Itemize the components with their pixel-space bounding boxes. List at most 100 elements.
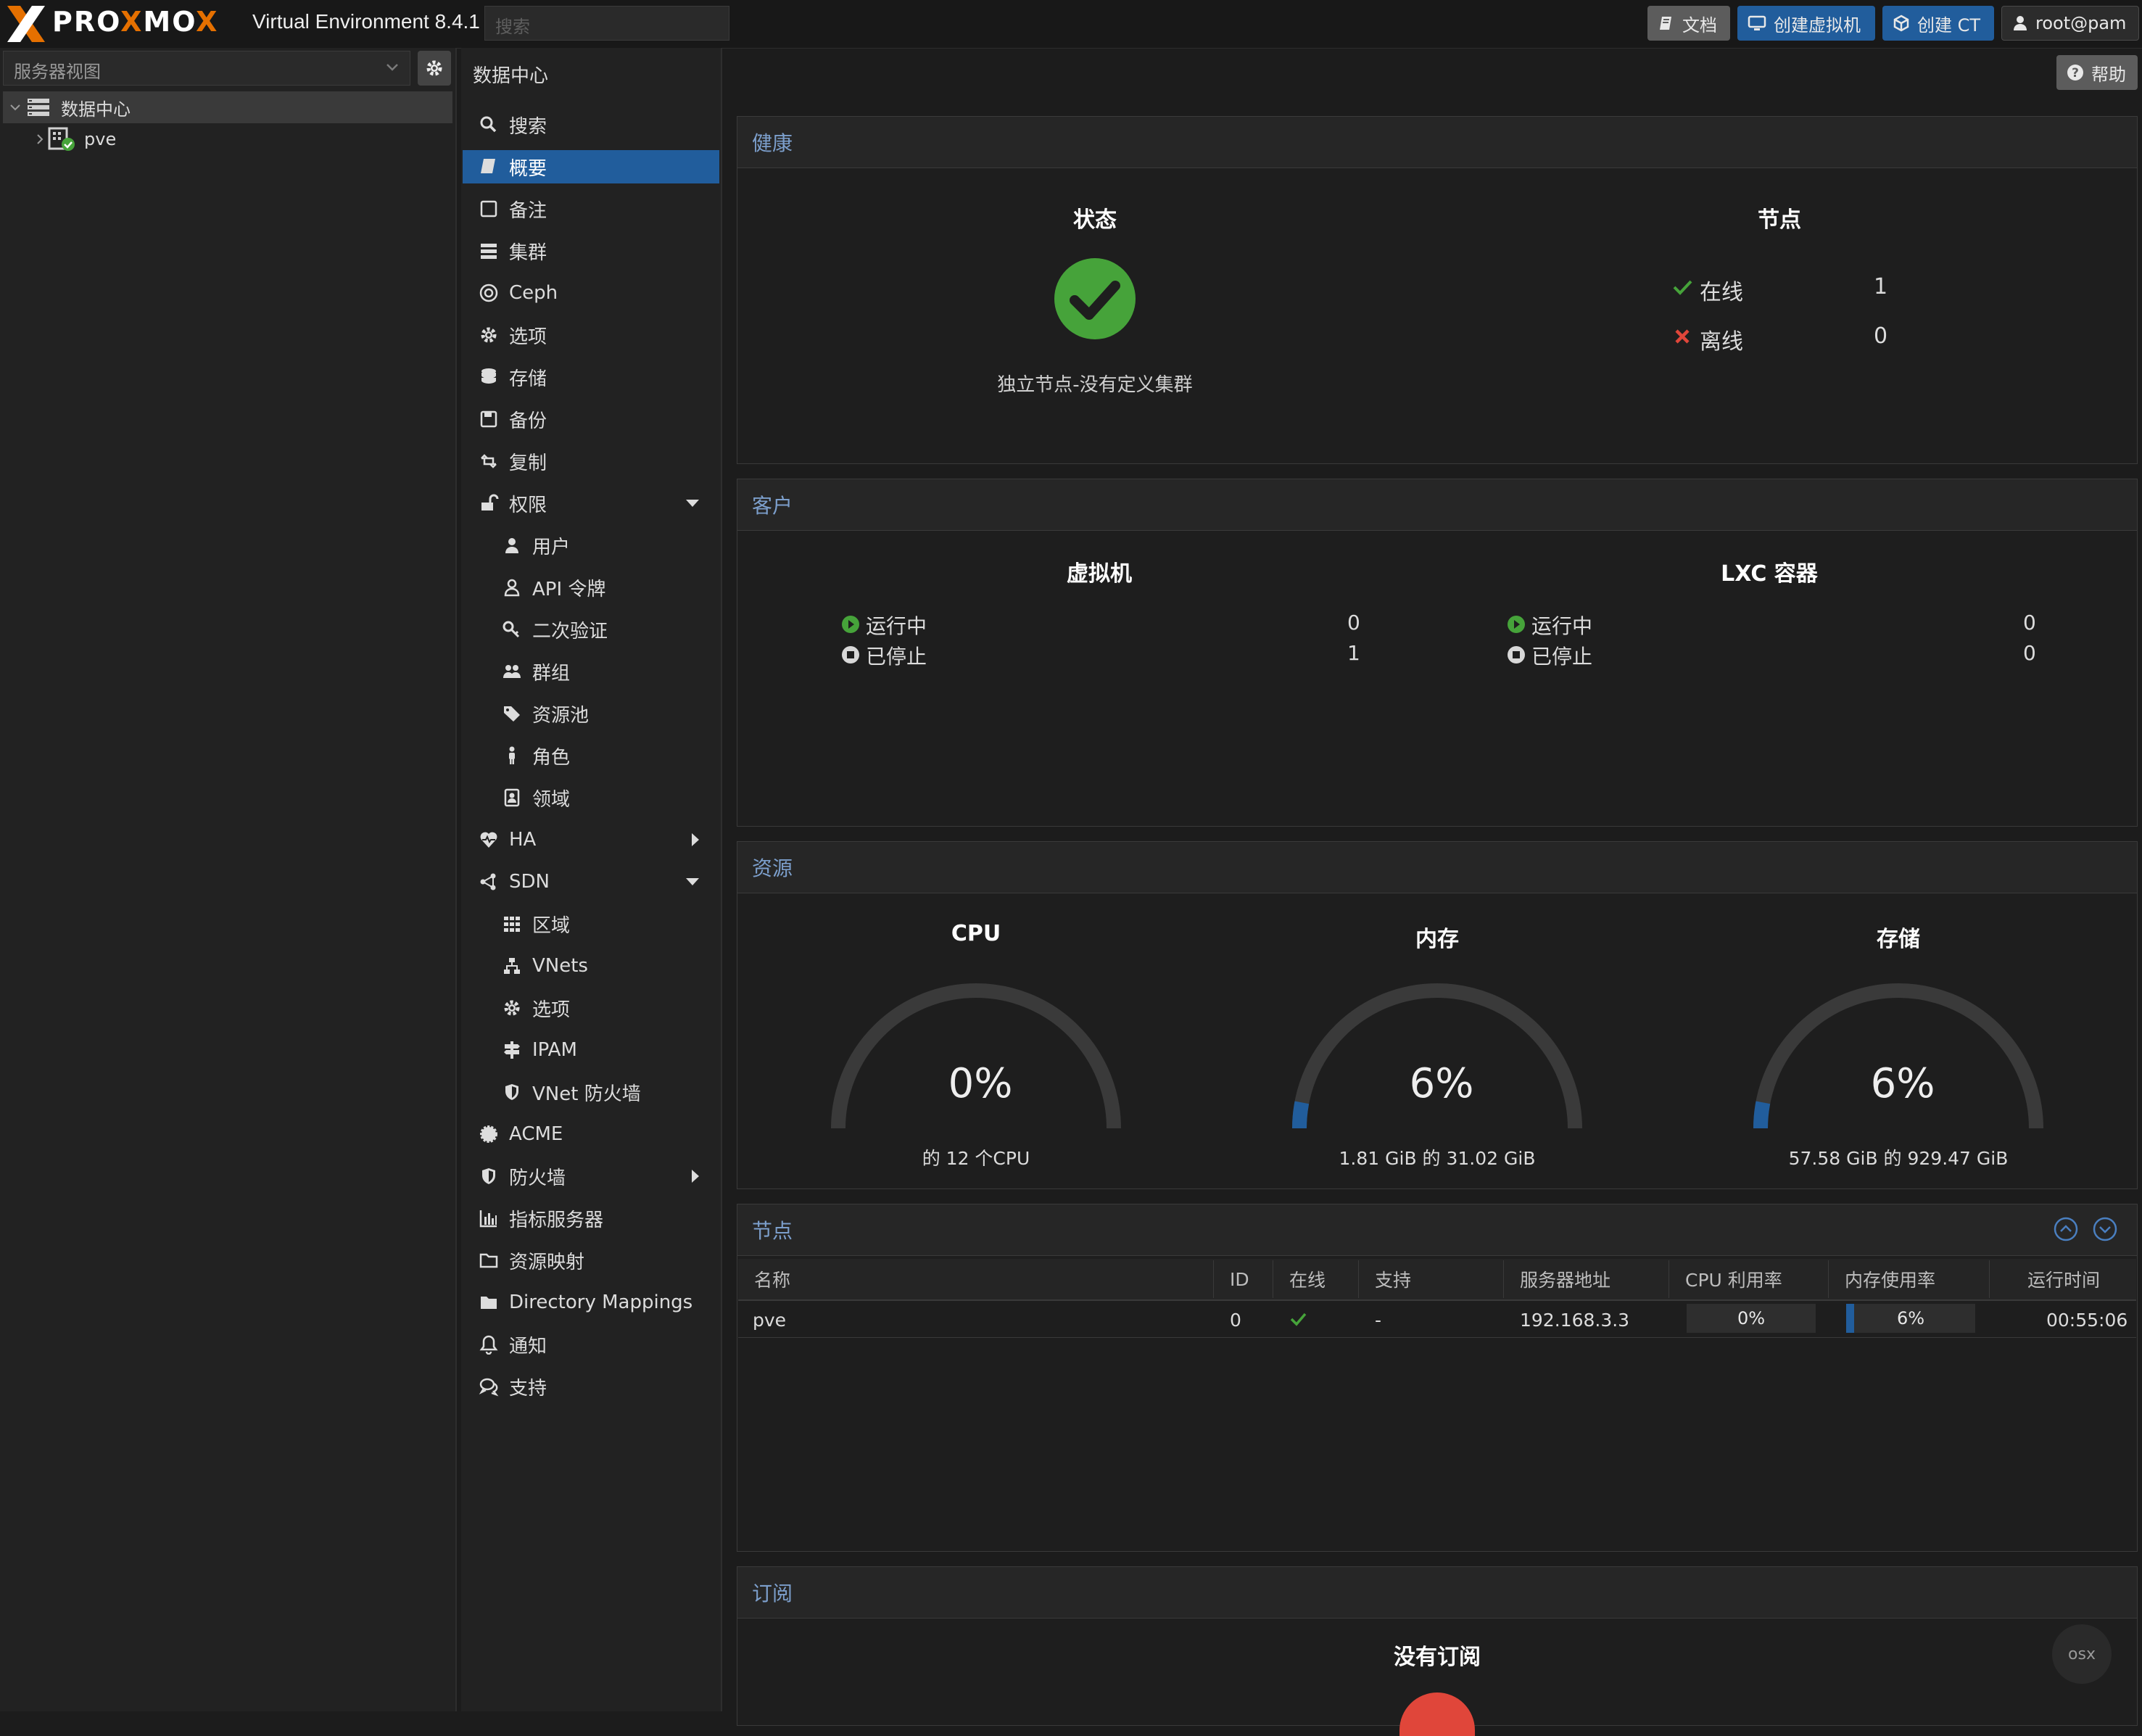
tree-item-datacenter[interactable]: 数据中心: [3, 91, 452, 123]
node-uptime-cell: 00:55:06: [2046, 1309, 2128, 1331]
nav-item-25[interactable]: 防火墙: [463, 1160, 719, 1193]
nav-item-6[interactable]: 存储: [463, 360, 719, 394]
server-view-select[interactable]: 服务器视图: [3, 51, 410, 86]
user-menu-button[interactable]: root@pam: [2001, 6, 2139, 41]
create-ct-button[interactable]: 创建 CT: [1882, 6, 1994, 41]
nav-item-10[interactable]: 用户: [463, 529, 719, 562]
column-header-uptime[interactable]: 运行时间: [1990, 1260, 2136, 1298]
collapse-up-icon[interactable]: [2054, 1217, 2078, 1241]
nav-item-9[interactable]: 权限: [463, 487, 719, 520]
nav-item-15[interactable]: 角色: [463, 739, 719, 772]
caret-right-icon[interactable]: [690, 832, 700, 848]
column-header-name[interactable]: 名称: [738, 1260, 1214, 1298]
nav-item-16[interactable]: 领域: [463, 781, 719, 814]
node-name-cell: pve: [753, 1309, 787, 1331]
nav-item-24[interactable]: ACME: [463, 1117, 719, 1151]
online-label: 在线: [1700, 280, 1743, 305]
memory-gauge-subtext: 1.81 GiB 的 31.02 GiB: [1339, 1148, 1536, 1169]
nav-item-3[interactable]: 集群: [463, 234, 719, 268]
nav-item-23[interactable]: VNet 防火墙: [463, 1075, 719, 1109]
tree-item-pve[interactable]: pve: [3, 123, 452, 155]
gear-icon: [502, 998, 522, 1018]
nav-item-30[interactable]: 支持: [463, 1370, 719, 1403]
nav-item-19[interactable]: 区域: [463, 907, 719, 941]
node-online-icon: [48, 127, 75, 152]
nav-item-label: 选项: [509, 326, 547, 348]
nav-item-14[interactable]: 资源池: [463, 697, 719, 730]
caret-down-icon[interactable]: [685, 498, 700, 508]
nav-item-29[interactable]: 通知: [463, 1328, 719, 1361]
desktop-icon: [1748, 15, 1766, 32]
docs-label: 文档: [1682, 15, 1717, 36]
online-count: 1: [1874, 274, 1888, 299]
nav-item-0[interactable]: 搜索: [463, 108, 719, 141]
tree-settings-button[interactable]: [418, 51, 451, 86]
chevron-down-icon: [9, 101, 22, 114]
search-input[interactable]: 搜索: [484, 6, 729, 41]
nav-item-label: 二次验证: [532, 620, 608, 642]
tree-item-label: pve: [84, 129, 117, 149]
nav-item-label: 备份: [509, 410, 547, 432]
nav-item-12[interactable]: 二次验证: [463, 613, 719, 646]
create-vm-button[interactable]: 创建虚拟机: [1737, 6, 1875, 41]
nav-item-label: SDN: [509, 871, 550, 893]
lxc-title: LXC 容器: [1721, 561, 1818, 587]
nav-item-20[interactable]: VNets: [463, 949, 719, 983]
nav-item-1[interactable]: 概要: [463, 150, 719, 183]
nav-item-label: 区域: [532, 914, 571, 937]
nav-item-11[interactable]: API 令牌: [463, 571, 719, 604]
nodes-title: 节点: [1758, 207, 1801, 233]
gear-icon: [479, 325, 499, 345]
nav-item-label: VNet 防火墙: [532, 1083, 641, 1105]
nav-item-label: API 令牌: [532, 578, 606, 600]
nav-item-21[interactable]: 选项: [463, 991, 719, 1025]
nav-item-28[interactable]: Directory Mappings: [463, 1286, 719, 1319]
caret-down-icon[interactable]: [685, 877, 700, 887]
column-header-support[interactable]: 支持: [1359, 1260, 1504, 1298]
column-header-address[interactable]: 服务器地址: [1504, 1260, 1669, 1298]
help-button[interactable]: ? 帮助: [2056, 55, 2138, 90]
nav-item-label: 搜索: [509, 115, 547, 138]
database-icon: [479, 367, 499, 387]
bar-chart-icon: [479, 1208, 499, 1228]
column-header-memory[interactable]: 内存使用率: [1829, 1260, 1990, 1298]
chevron-right-icon: [35, 133, 45, 146]
nav-item-2[interactable]: 备注: [463, 192, 719, 226]
nav-item-18[interactable]: SDN: [463, 865, 719, 898]
nav-item-13[interactable]: 群组: [463, 655, 719, 688]
column-header-online[interactable]: 在线: [1273, 1260, 1359, 1298]
question-icon: ?: [2067, 64, 2084, 81]
nav-item-26[interactable]: 指标服务器: [463, 1202, 719, 1235]
svg-text:?: ?: [2072, 66, 2079, 80]
nav-item-27[interactable]: 资源映射: [463, 1244, 719, 1277]
page-title: 数据中心: [473, 65, 549, 87]
nav-item-4[interactable]: Ceph: [463, 276, 719, 310]
grid-icon: [502, 914, 522, 934]
nav-item-22[interactable]: IPAM: [463, 1033, 719, 1067]
comments-icon: [479, 1376, 499, 1397]
expand-down-icon[interactable]: [2093, 1217, 2117, 1241]
nav-item-7[interactable]: 备份: [463, 402, 719, 436]
caret-right-icon[interactable]: [690, 1168, 700, 1184]
user-icon: [2012, 15, 2028, 32]
memory-usage-value: 6%: [1896, 1308, 1925, 1328]
vm-running-count: 0: [1347, 611, 1360, 635]
book-icon: [1658, 15, 1675, 32]
play-icon: [841, 615, 860, 634]
gauge-fill: [1292, 1101, 1310, 1129]
nav-item-5[interactable]: 选项: [463, 318, 719, 352]
tags-icon: [502, 703, 522, 724]
guests-panel: 客户: [737, 479, 2138, 827]
docs-button[interactable]: 文档: [1647, 6, 1730, 41]
sdn-icon: [479, 872, 499, 892]
sitemap-icon: [502, 956, 522, 976]
nav-item-label: Directory Mappings: [509, 1291, 693, 1313]
nav-item-17[interactable]: HA: [463, 823, 719, 856]
nav-item-8[interactable]: 复制: [463, 445, 719, 478]
status-text: 独立节点-没有定义集群: [997, 374, 1193, 396]
column-header-id[interactable]: ID: [1214, 1260, 1273, 1298]
folder-icon: [479, 1292, 499, 1313]
resources-header: 资源: [737, 842, 2137, 893]
top-bar: PROXMOX Virtual Environment 8.4.1 搜索 文档 …: [0, 0, 2142, 49]
column-header-cpu[interactable]: CPU 利用率: [1669, 1260, 1829, 1298]
